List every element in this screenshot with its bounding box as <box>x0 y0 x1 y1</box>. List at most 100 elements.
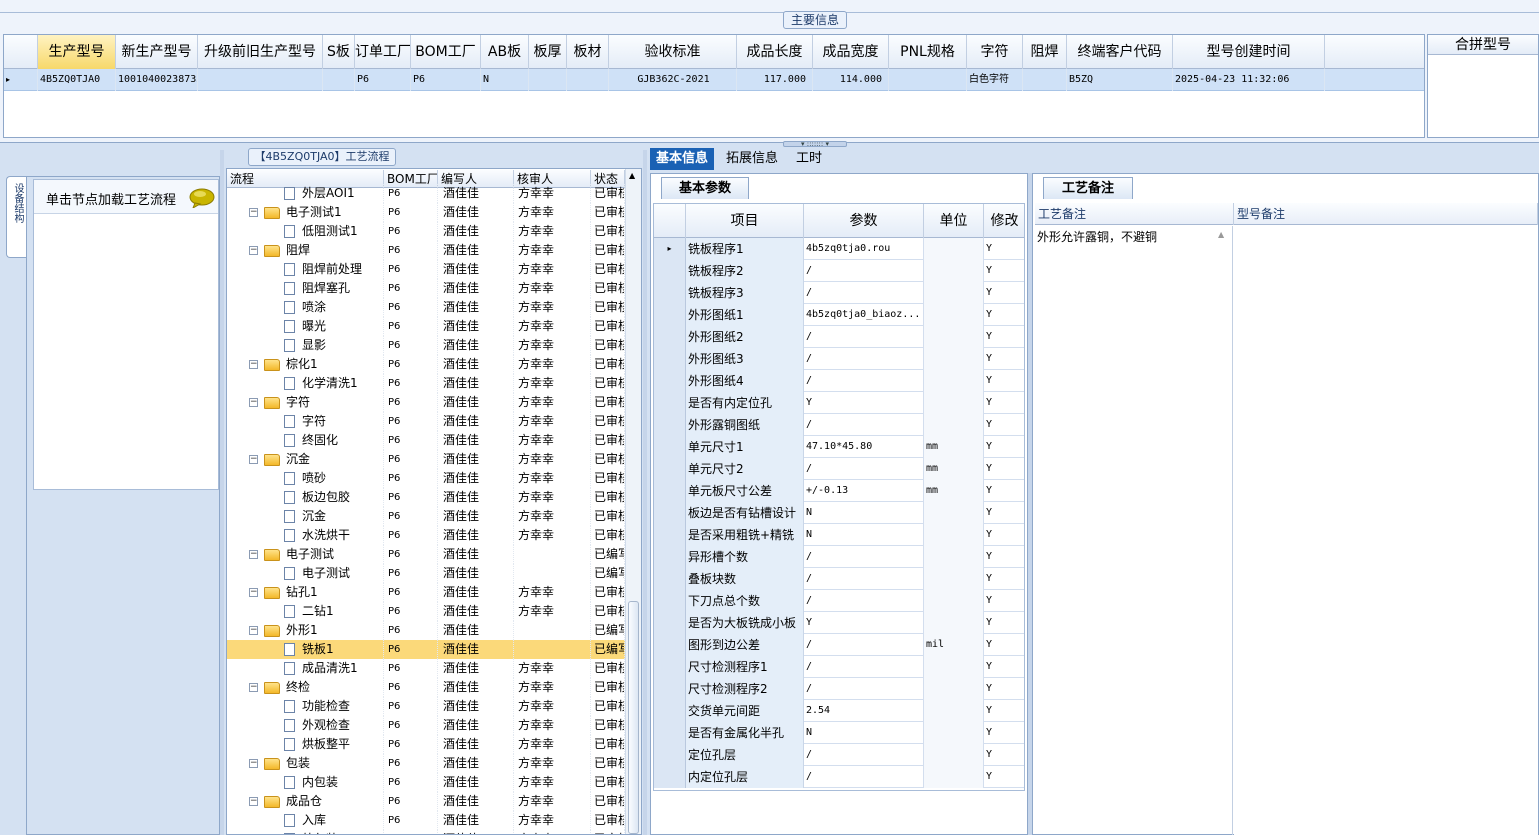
tree-row[interactable]: 入库 P6酒佳佳方幸幸已审核 <box>227 811 625 830</box>
row-selector[interactable] <box>654 436 686 458</box>
main-cell[interactable]: 2025-04-23 11:32:06 <box>1173 69 1325 91</box>
param-row[interactable]: 是否为大板铣成小板 Y Y <box>654 612 1024 634</box>
param-value-cell[interactable]: 4b5zq0tja0.rou <box>804 238 924 260</box>
param-row[interactable]: 铣板程序3/ Y <box>654 282 1024 304</box>
param-row[interactable]: 外形露铜图纸 / Y <box>654 414 1024 436</box>
param-row[interactable]: ▸ 铣板程序1 4b5zq0tja0.rou Y <box>654 238 1024 260</box>
row-selector[interactable]: ▸ <box>654 238 686 260</box>
tree-row[interactable]: 阻焊塞孔 P6酒佳佳方幸幸已审核 <box>227 279 625 298</box>
param-value-cell[interactable]: / <box>804 458 924 480</box>
param-row[interactable]: 叠板块数 / Y <box>654 568 1024 590</box>
param-value-cell[interactable]: / <box>804 260 924 282</box>
param-row[interactable]: 外形图纸2/ Y <box>654 326 1024 348</box>
main-cell[interactable] <box>889 69 967 91</box>
tree-row[interactable]: 内包装 P6酒佳佳方幸幸已审核 <box>227 773 625 792</box>
row-selector[interactable] <box>654 744 686 766</box>
row-selector[interactable] <box>654 260 686 282</box>
row-selector[interactable] <box>654 546 686 568</box>
tree-row[interactable]: 二钻1 P6酒佳佳方幸幸已审核 <box>227 602 625 621</box>
row-selector[interactable] <box>654 634 686 656</box>
param-row[interactable]: 单元尺寸1 47.10*45.80 mm Y <box>654 436 1024 458</box>
collapse-icon[interactable]: − <box>249 360 258 369</box>
main-cell[interactable]: N <box>481 69 529 91</box>
param-value-cell[interactable]: / <box>804 348 924 370</box>
scrollbar-thumb[interactable] <box>628 601 639 834</box>
tree-row[interactable]: 曝光 P6酒佳佳方幸幸已审核 <box>227 317 625 336</box>
row-selector[interactable] <box>654 392 686 414</box>
tree-row[interactable]: − 外形1 P6酒佳佳 已编写 <box>227 621 625 640</box>
tree-row[interactable]: 烘板整平 P6酒佳佳方幸幸已审核 <box>227 735 625 754</box>
collapse-icon[interactable]: − <box>249 246 258 255</box>
param-value-cell[interactable]: / <box>804 414 924 436</box>
tree-row[interactable]: 铣板1 P6酒佳佳 已编写 <box>227 640 625 659</box>
left-splitter[interactable] <box>220 150 224 835</box>
main-col-header[interactable]: 生产型号 <box>38 35 116 69</box>
tree-row[interactable]: 外层AOI1 P6酒佳佳方幸幸已审核 <box>227 184 625 203</box>
main-cell[interactable] <box>1023 69 1067 91</box>
main-cell[interactable]: 114.000 <box>813 69 889 91</box>
param-value-cell[interactable]: / <box>804 678 924 700</box>
main-cell[interactable] <box>567 69 609 91</box>
param-value-cell[interactable]: / <box>804 326 924 348</box>
param-value-cell[interactable]: N <box>804 722 924 744</box>
tree-row[interactable]: 显影 P6酒佳佳方幸幸已审核 <box>227 336 625 355</box>
main-col-header[interactable]: 阻焊 <box>1023 35 1067 69</box>
row-selector[interactable] <box>654 326 686 348</box>
collapse-icon[interactable]: − <box>249 455 258 464</box>
row-selector[interactable] <box>654 612 686 634</box>
param-row[interactable]: 单元尺寸2/mm Y <box>654 458 1024 480</box>
param-row[interactable]: 图形到边公差 / mil Y <box>654 634 1024 656</box>
main-col-header[interactable]: 板厚 <box>529 35 567 69</box>
main-col-header[interactable]: 订单工厂 <box>355 35 411 69</box>
param-row[interactable]: 单元板尺寸公差 +/-0.13 mm Y <box>654 480 1024 502</box>
collapse-icon[interactable]: − <box>249 797 258 806</box>
tree-row[interactable]: 外包装 P6酒佳佳方幸幸已审核 <box>227 830 625 834</box>
param-value-cell[interactable]: / <box>804 282 924 304</box>
main-col-header[interactable]: 验收标准 <box>609 35 737 69</box>
tree-row[interactable]: − 终检 P6酒佳佳方幸幸已审核 <box>227 678 625 697</box>
main-col-header[interactable]: 终端客户代码 <box>1067 35 1173 69</box>
main-col-header[interactable]: AB板 <box>481 35 529 69</box>
main-cell[interactable] <box>323 69 355 91</box>
row-selector[interactable] <box>654 458 686 480</box>
param-value-cell[interactable]: 47.10*45.80 <box>804 436 924 458</box>
row-selector[interactable] <box>654 524 686 546</box>
tab-process-notes[interactable]: 工艺备注 <box>1043 177 1133 199</box>
param-row[interactable]: 尺寸检测程序1/ Y <box>654 656 1024 678</box>
scroll-up-arrow-icon[interactable]: ▲ <box>629 171 635 180</box>
main-cell[interactable]: 白色字符 <box>967 69 1023 91</box>
tree-row[interactable]: 板边包胶 P6酒佳佳方幸幸已审核 <box>227 488 625 507</box>
tree-row[interactable]: 功能检查 P6酒佳佳方幸幸已审核 <box>227 697 625 716</box>
param-value-cell[interactable]: 2.54 <box>804 700 924 722</box>
collapse-icon[interactable]: − <box>249 550 258 559</box>
tree-row[interactable]: 喷砂 P6酒佳佳方幸幸已审核 <box>227 469 625 488</box>
row-selector[interactable] <box>654 304 686 326</box>
collapse-icon[interactable]: − <box>249 398 258 407</box>
main-grid-row[interactable]: ▸ 4B5ZQ0TJA0 10010400238733 P6 P6 N GJB362C-20… <box>4 69 1424 91</box>
param-value-cell[interactable]: / <box>804 656 924 678</box>
param-row[interactable]: 外形图纸3/ Y <box>654 348 1024 370</box>
tab-basic-params[interactable]: 基本参数 <box>661 177 749 199</box>
main-col-header[interactable]: PNL规格 <box>889 35 967 69</box>
main-cell[interactable]: 117.000 <box>737 69 813 91</box>
row-selector[interactable] <box>654 590 686 612</box>
param-row[interactable]: 异形槽个数 / Y <box>654 546 1024 568</box>
tree-row[interactable]: − 阻焊 P6酒佳佳方幸幸已审核 <box>227 241 625 260</box>
param-value-cell[interactable]: N <box>804 502 924 524</box>
param-value-cell[interactable]: Y <box>804 392 924 414</box>
basic-col-header[interactable]: 修改 <box>984 204 1024 238</box>
tree-row[interactable]: 阻焊前处理 P6酒佳佳方幸幸已审核 <box>227 260 625 279</box>
collapse-icon[interactable]: − <box>249 683 258 692</box>
tree-row[interactable]: 电子测试 P6酒佳佳 已编写 <box>227 564 625 583</box>
process-notes-textarea[interactable]: 外形允许露铜，不避铜 ▲ <box>1035 226 1233 835</box>
collapse-icon[interactable]: − <box>249 626 258 635</box>
tree-row[interactable]: 化学清洗1 P6酒佳佳方幸幸已审核 <box>227 374 625 393</box>
param-value-cell[interactable]: Y <box>804 612 924 634</box>
tree-row[interactable]: − 棕化1 P6酒佳佳方幸幸已审核 <box>227 355 625 374</box>
param-value-cell[interactable]: N <box>804 524 924 546</box>
param-value-cell[interactable]: +/-0.13 <box>804 480 924 502</box>
model-notes-textarea[interactable] <box>1234 226 1538 835</box>
param-row[interactable]: 外形图纸1 4b5zq0tja0_biaoz... Y <box>654 304 1024 326</box>
middle-splitter[interactable] <box>643 150 647 835</box>
main-cell[interactable]: 10010400238733 <box>116 69 198 91</box>
